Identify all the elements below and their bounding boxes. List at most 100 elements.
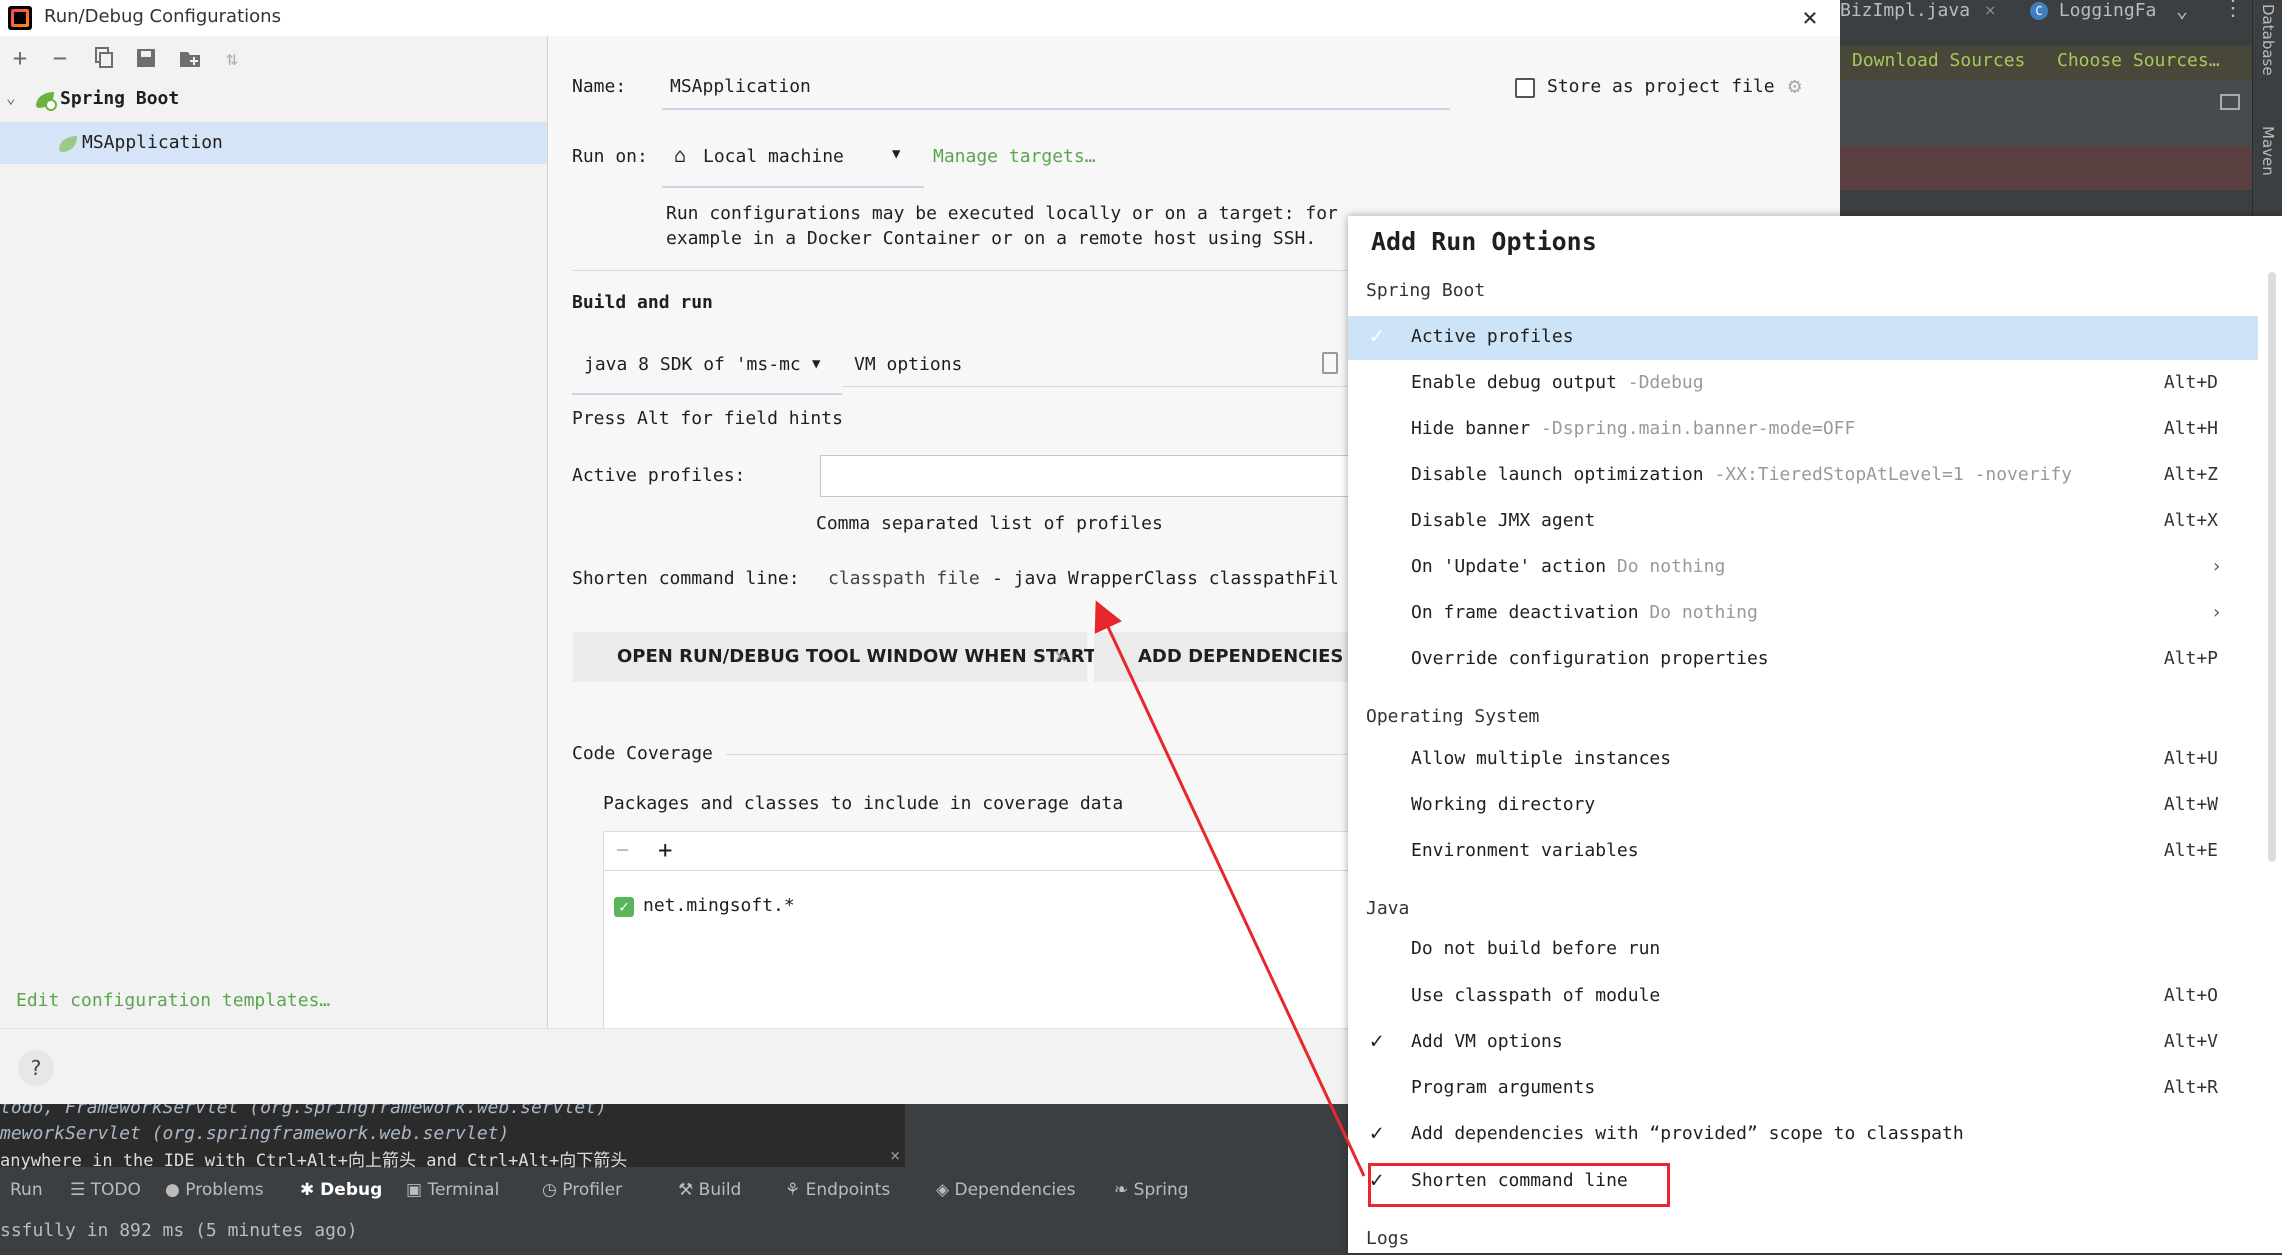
option-on-update-action[interactable]: On 'Update' action Do nothing ›	[1348, 546, 2258, 590]
tool-window-build[interactable]: ⚒ Build	[678, 1180, 741, 1200]
shorten-select[interactable]: classpath file	[828, 568, 980, 589]
option-on-frame-deactivation[interactable]: On frame deactivation Do nothing ›	[1348, 592, 2258, 636]
reader-mode-icon[interactable]	[2220, 94, 2240, 110]
tool-window-run[interactable]: Run	[10, 1180, 43, 1200]
download-sources-link[interactable]: Download Sources	[1852, 50, 2025, 71]
expand-icon[interactable]	[1322, 352, 1338, 374]
more-icon[interactable]: ⋮	[2222, 0, 2244, 21]
option-disable-jmx-agent[interactable]: Disable JMX agent Alt+X	[1348, 500, 2258, 544]
help-button[interactable]: ?	[18, 1050, 54, 1086]
run-on-select[interactable]: Local machine	[703, 146, 844, 167]
group-spring-boot: Spring Boot	[1366, 280, 1486, 301]
chevron-right-icon: ›	[2211, 602, 2222, 623]
status-bar-text: ssfully in 892 ms (5 minutes ago)	[0, 1220, 358, 1241]
manage-targets-link[interactable]: Manage targets…	[933, 146, 1096, 167]
close-button[interactable]: ×	[1796, 4, 1824, 32]
shortcut-label: Alt+H	[2163, 418, 2218, 439]
popup-scrollbar[interactable]	[2268, 272, 2276, 862]
editor-tab-loggingfa[interactable]: C LoggingFa	[2030, 0, 2156, 21]
tool-window-endpoints[interactable]: ⚘ Endpoints	[785, 1180, 890, 1200]
tree-node-msapplication[interactable]: MSApplication	[0, 122, 547, 164]
dropdown-arrow-icon[interactable]: ▼	[892, 146, 900, 162]
sdk-select[interactable]: java 8 SDK of 'ms-mc	[584, 354, 801, 375]
run-on-help-text: example in a Docker Container or on a re…	[666, 228, 1317, 249]
option-working-directory[interactable]: Working directory Alt+W	[1348, 784, 2258, 828]
close-icon[interactable]: ×	[1053, 632, 1068, 682]
option-active-profiles[interactable]: ✓ Active profiles	[1348, 316, 2258, 360]
dialog-title: Run/Debug Configurations	[44, 6, 281, 27]
coverage-heading: Code Coverage	[572, 743, 713, 764]
dropdown-arrow-icon[interactable]: ▼	[812, 356, 820, 372]
option-hint: Do nothing	[1649, 602, 1758, 623]
endpoints-icon: ⚘	[785, 1180, 806, 1200]
check-icon: ✓	[1370, 324, 1384, 349]
active-profiles-input[interactable]	[820, 455, 1350, 497]
open-tool-window-tag: OPEN RUN/DEBUG TOOL WINDOW WHEN STARTED …	[573, 632, 1123, 682]
option-label: Program arguments	[1411, 1077, 1596, 1098]
option-label: Disable JMX agent	[1411, 510, 1596, 531]
option-disable-launch-optimization[interactable]: Disable launch optimization -XX:TieredSt…	[1348, 454, 2258, 498]
tool-window-todo[interactable]: ☰ TODO	[70, 1180, 141, 1200]
add-button[interactable]: +	[658, 836, 672, 864]
option-allow-multiple-instances[interactable]: Allow multiple instances Alt+U	[1348, 738, 2258, 782]
add-button[interactable]: +	[6, 44, 34, 72]
tool-window-terminal[interactable]: ▣ Terminal	[406, 1180, 499, 1200]
maven-tool-button[interactable]: Maven	[2259, 126, 2277, 176]
shortcut-label: Alt+Z	[2163, 464, 2218, 485]
option-hint: -Dspring.main.banner-mode=OFF	[1541, 418, 1856, 439]
right-tool-strip: Database Maven	[2252, 0, 2282, 216]
shortcut-label: Alt+E	[2163, 840, 2218, 861]
editor-tab-bizimpl[interactable]: BizImpl.java ×	[1840, 0, 1996, 21]
sort-icon[interactable]: ⇅	[218, 44, 246, 72]
shortcut-label: Alt+X	[2163, 510, 2218, 531]
remove-button[interactable]: −	[616, 838, 629, 863]
coverage-list	[603, 831, 1350, 1033]
option-hide-banner[interactable]: Hide banner -Dspring.main.banner-mode=OF…	[1348, 408, 2258, 452]
active-profiles-label: Active profiles:	[572, 465, 746, 486]
vm-options-input[interactable]: VM options	[854, 354, 962, 375]
shorten-label: Shorten command line:	[572, 568, 800, 589]
tag-label: ADD DEPENDENCIES WI	[1138, 646, 1348, 667]
option-environment-variables[interactable]: Environment variables Alt+E	[1348, 830, 2258, 874]
option-label: Active profiles	[1411, 326, 1574, 347]
close-icon[interactable]: ×	[890, 1146, 900, 1166]
option-add-vm-options[interactable]: ✓ Add VM options Alt+V	[1348, 1021, 2258, 1065]
copy-icon	[95, 47, 113, 68]
chevron-down-icon[interactable]: ⌄	[2176, 0, 2188, 22]
new-folder-button[interactable]	[176, 44, 204, 72]
build-run-heading: Build and run	[572, 292, 713, 313]
option-enable-debug-output[interactable]: Enable debug output -Ddebug Alt+D	[1348, 362, 2258, 406]
option-program-arguments[interactable]: Program arguments Alt+R	[1348, 1067, 2258, 1111]
tool-window-problems[interactable]: ● Problems	[165, 1180, 264, 1200]
edit-templates-link[interactable]: Edit configuration templates…	[16, 990, 330, 1011]
remove-button[interactable]: −	[46, 44, 74, 72]
option-use-classpath[interactable]: Use classpath of module Alt+O	[1348, 975, 2258, 1019]
tool-window-profiler[interactable]: ◷ Profiler	[542, 1180, 622, 1200]
store-checkbox[interactable]	[1515, 78, 1535, 98]
group-logs: Logs	[1366, 1228, 1410, 1249]
option-override-configuration-properties[interactable]: Override configuration properties Alt+P	[1348, 638, 2258, 682]
tool-window-debug[interactable]: ✱ Debug	[300, 1180, 382, 1200]
option-label: Allow multiple instances	[1411, 748, 1672, 769]
editor-highlight-line	[1840, 146, 2252, 190]
database-tool-button[interactable]: Database	[2259, 4, 2277, 76]
dependencies-icon: ◈	[936, 1180, 955, 1200]
spring-boot-icon	[32, 88, 58, 112]
shorten-desc: - java WrapperClass classpathFil	[992, 568, 1339, 589]
tree-node-spring-boot[interactable]: ⌄ Spring Boot	[0, 82, 547, 118]
close-icon[interactable]: ×	[1985, 0, 1996, 21]
chevron-down-icon[interactable]: ⌄	[6, 88, 16, 107]
save-button[interactable]	[132, 44, 160, 72]
bug-icon: ✱	[300, 1180, 321, 1200]
copy-button[interactable]	[90, 44, 118, 72]
choose-sources-link[interactable]: Choose Sources…	[2057, 50, 2220, 71]
option-add-dependencies[interactable]: ✓ Add dependencies with “provided” scope…	[1348, 1113, 2258, 1157]
option-do-not-build[interactable]: Do not build before run	[1348, 928, 2258, 972]
divider	[572, 270, 1352, 271]
gear-icon[interactable]: ⚙	[1788, 74, 1801, 99]
tool-window-spring[interactable]: ❧ Spring	[1114, 1180, 1189, 1200]
coverage-item-checkbox[interactable]: ✓	[614, 897, 634, 917]
name-input[interactable]: MSApplication	[670, 76, 811, 97]
tool-window-dependencies[interactable]: ◈ Dependencies	[936, 1180, 1075, 1200]
option-label: Add dependencies with “provided” scope t…	[1411, 1123, 1964, 1144]
